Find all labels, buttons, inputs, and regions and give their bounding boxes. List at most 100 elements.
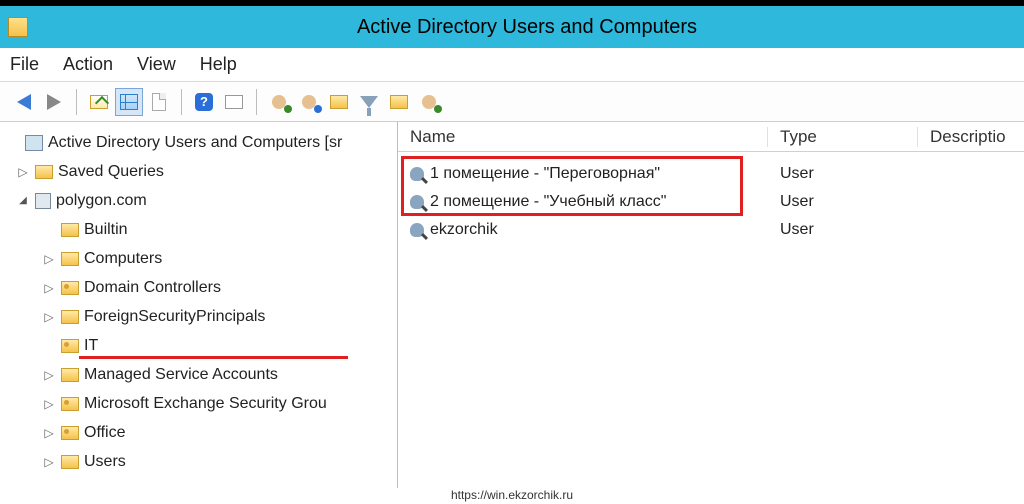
arrow-left-icon [17, 94, 31, 110]
tree-label: IT [84, 337, 98, 355]
nav-back-button[interactable] [10, 88, 38, 116]
menu-action[interactable]: Action [63, 54, 113, 75]
app-icon [8, 17, 28, 37]
ou-icon [61, 397, 79, 411]
new-user-button[interactable] [265, 88, 293, 116]
tree-root[interactable]: Active Directory Users and Computers [sr [4, 128, 393, 157]
new-ou-button[interactable] [325, 88, 353, 116]
tree-domain-controllers[interactable]: Domain Controllers [4, 273, 393, 302]
folder-icon [61, 252, 79, 266]
window-title: Active Directory Users and Computers [38, 16, 1016, 39]
list-item-name: ekzorchik [430, 221, 498, 239]
tree-domain[interactable]: polygon.com [4, 186, 393, 215]
tree-label: Builtin [84, 221, 128, 239]
ou-icon [61, 339, 79, 353]
tree-label: ForeignSecurityPrincipals [84, 308, 265, 326]
export-list-button[interactable] [145, 88, 173, 116]
grid-icon [120, 94, 138, 110]
expander-icon[interactable] [42, 310, 56, 324]
tree-fsp[interactable]: ForeignSecurityPrincipals [4, 302, 393, 331]
folder-icon [61, 455, 79, 469]
list-item-type: User [768, 193, 918, 211]
tree-msa[interactable]: Managed Service Accounts [4, 360, 393, 389]
add-to-group-button[interactable] [415, 88, 443, 116]
new-group-button[interactable] [295, 88, 323, 116]
tree-saved-queries[interactable]: Saved Queries [4, 157, 393, 186]
tree-label: Saved Queries [58, 163, 164, 181]
expander-icon[interactable] [42, 426, 56, 440]
filter-button[interactable] [355, 88, 383, 116]
new-group-icon [302, 95, 316, 109]
expander-blank [42, 223, 56, 237]
properties-button[interactable] [220, 88, 248, 116]
tree-builtin[interactable]: Builtin [4, 215, 393, 244]
col-header-type[interactable]: Type [768, 127, 918, 147]
folder-icon [61, 223, 79, 237]
tree-label: Managed Service Accounts [84, 366, 278, 384]
nav-forward-button[interactable] [40, 88, 68, 116]
titlebar: Active Directory Users and Computers [0, 6, 1024, 48]
user-icon [410, 223, 424, 237]
expander-icon[interactable] [42, 455, 56, 469]
ou-icon [61, 426, 79, 440]
list-item-type: User [768, 221, 918, 239]
tree-pane: Active Directory Users and Computers [sr… [0, 122, 398, 488]
separator [256, 89, 257, 115]
new-ou-icon [330, 95, 348, 109]
expander-icon[interactable] [16, 194, 30, 208]
arrow-right-icon [47, 94, 61, 110]
folder-icon [61, 368, 79, 382]
col-header-description[interactable]: Descriptio [918, 127, 1024, 147]
expander-icon[interactable] [42, 281, 56, 295]
tree-exchange[interactable]: Microsoft Exchange Security Grou [4, 389, 393, 418]
tree-users[interactable]: Users [4, 447, 393, 476]
up-folder-icon [90, 95, 108, 109]
menu-help[interactable]: Help [200, 54, 237, 75]
folder-icon [35, 165, 53, 179]
expander-blank [6, 136, 20, 150]
filter-icon [360, 96, 378, 108]
menu-view[interactable]: View [137, 54, 176, 75]
highlight-box [401, 156, 743, 216]
tree-root-label: Active Directory Users and Computers [sr [48, 134, 342, 152]
list-header: Name Type Descriptio [398, 122, 1024, 152]
expander-icon[interactable] [42, 252, 56, 266]
ou-icon [61, 281, 79, 295]
separator [181, 89, 182, 115]
tree-label: polygon.com [56, 192, 147, 210]
list-body: 1 помещение - "Переговорная" User 2 поме… [398, 152, 1024, 252]
expander-icon[interactable] [42, 397, 56, 411]
help-button[interactable]: ? [190, 88, 218, 116]
root-icon [25, 135, 43, 151]
tree-label: Office [84, 424, 126, 442]
up-level-button[interactable] [85, 88, 113, 116]
new-user-icon [272, 95, 286, 109]
expander-icon[interactable] [16, 165, 30, 179]
user-icon [410, 167, 424, 181]
folder-icon [61, 310, 79, 324]
tree-it[interactable]: IT [4, 331, 393, 360]
page-icon [152, 93, 166, 111]
content-area: Active Directory Users and Computers [sr… [0, 122, 1024, 488]
show-hide-tree-button[interactable] [115, 88, 143, 116]
help-icon: ? [195, 93, 213, 111]
add-to-group-icon [422, 95, 436, 109]
tree-label: Domain Controllers [84, 279, 221, 297]
expander-icon[interactable] [42, 368, 56, 382]
menu-file[interactable]: File [10, 54, 39, 75]
col-header-name[interactable]: Name [398, 127, 768, 147]
find-button[interactable] [385, 88, 413, 116]
user-icon [410, 195, 424, 209]
tree-computers[interactable]: Computers [4, 244, 393, 273]
find-icon [390, 95, 408, 109]
list-pane: Name Type Descriptio 1 помещение - "Пере… [398, 122, 1024, 488]
list-item[interactable]: ekzorchik User [404, 216, 1018, 244]
tree-office[interactable]: Office [4, 418, 393, 447]
footer-url: https://win.ekzorchik.ru [0, 488, 1024, 504]
menubar: File Action View Help [0, 48, 1024, 82]
expander-blank [42, 339, 56, 353]
tree-label: Microsoft Exchange Security Grou [84, 395, 327, 413]
tree-label: Computers [84, 250, 162, 268]
separator [76, 89, 77, 115]
tree-label: Users [84, 453, 126, 471]
